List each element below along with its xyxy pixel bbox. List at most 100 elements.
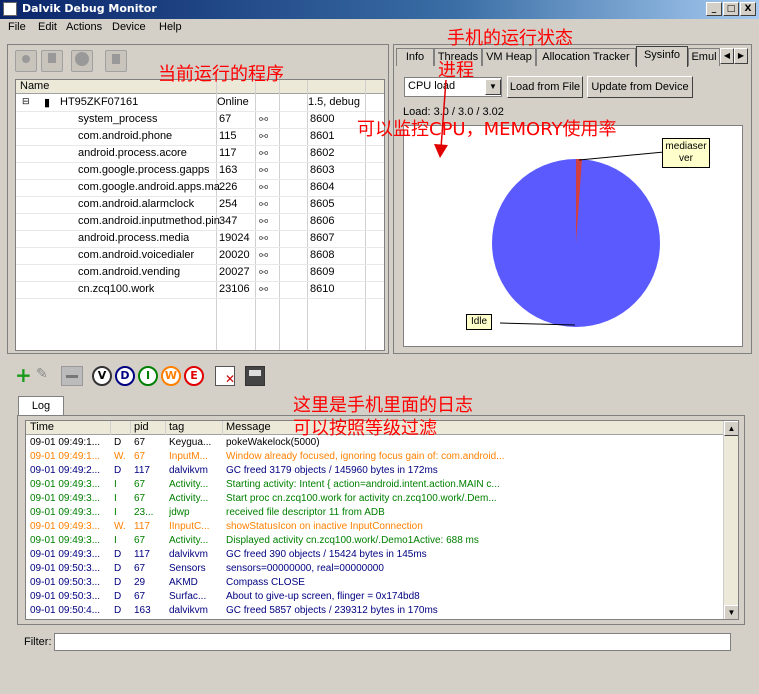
log-tag: jdwp xyxy=(169,507,190,518)
minimize-button[interactable]: _ xyxy=(706,2,722,16)
process-name: com.android.phone xyxy=(78,130,173,142)
process-name: system_process xyxy=(78,113,158,125)
process-row[interactable]: system_process 67 ⚯ 8600 xyxy=(16,112,384,129)
log-row[interactable]: 09-01 09:49:3... I 67 Activity... Displa… xyxy=(26,535,723,549)
maximize-button[interactable]: □ xyxy=(723,2,739,16)
close-button[interactable]: X xyxy=(740,2,756,16)
log-row[interactable]: 09-01 09:49:2... D 117 dalvikvm GC freed… xyxy=(26,465,723,479)
tab-vm-heap[interactable]: VM Heap xyxy=(482,48,536,66)
update-from-device-button[interactable]: Update from Device xyxy=(587,76,693,98)
log-time: 09-01 09:50:3... xyxy=(30,563,101,574)
tab-info[interactable]: Info xyxy=(396,48,434,66)
log-row[interactable]: 09-01 09:50:3... D 29 AKMD Compass CLOSE xyxy=(26,577,723,591)
log-row[interactable]: 09-01 09:50:3... D 67 Sensors sensors=00… xyxy=(26,563,723,577)
menu-file[interactable]: File xyxy=(8,21,26,33)
log-time: 09-01 09:49:2... xyxy=(30,465,101,476)
tab-emulator[interactable]: Emul xyxy=(688,48,720,66)
log-row[interactable]: 09-01 09:49:1... W. 67 InputM... Window … xyxy=(26,451,723,465)
tab-sysinfo[interactable]: Sysinfo xyxy=(636,46,688,67)
debug-status-icon: ⚯ xyxy=(259,182,269,194)
save-log-button[interactable] xyxy=(245,366,265,386)
pie-label-idle: Idle xyxy=(466,314,492,330)
log-level: I xyxy=(114,493,117,504)
log-row[interactable]: 09-01 09:50:4... D 163 dalvikvm GC freed… xyxy=(26,605,723,619)
process-port: 8607 xyxy=(310,232,335,244)
save-icon xyxy=(249,370,261,376)
clear-icon: ✕ xyxy=(225,372,236,386)
stop-process-button[interactable] xyxy=(71,50,93,72)
process-row[interactable]: com.android.voicedialer 20020 ⚯ 8608 xyxy=(16,248,384,265)
collapse-icon[interactable]: ⊟ xyxy=(22,96,30,107)
log-scrollbar[interactable]: ▲ ▼ xyxy=(723,421,738,619)
tab-log[interactable]: Log xyxy=(18,396,64,416)
level-verbose-button[interactable]: V xyxy=(92,366,112,386)
filter-input[interactable] xyxy=(54,633,731,651)
log-row[interactable]: 09-01 09:49:3... W. 117 IInputC... showS… xyxy=(26,521,723,535)
process-row[interactable]: com.android.phone 115 ⚯ 8601 xyxy=(16,129,384,146)
gc-button[interactable] xyxy=(105,50,127,72)
log-level: I xyxy=(114,535,117,546)
tab-scroll-right[interactable]: ▶ xyxy=(734,48,748,64)
annotation-phone-state: 手机的运行状态 xyxy=(447,28,573,49)
log-pid: 67 xyxy=(134,563,146,574)
process-row[interactable]: cn.zcq100.work 23106 ⚯ 8610 xyxy=(16,282,384,299)
menu-edit[interactable]: Edit xyxy=(38,21,57,33)
clear-log-button[interactable]: ✕ xyxy=(215,366,235,386)
log-time: 09-01 09:49:3... xyxy=(30,535,101,546)
log-row[interactable]: 09-01 09:49:3... I 23... jdwp received f… xyxy=(26,507,723,521)
annotation-filter: 可以按照等级过滤 xyxy=(293,418,437,439)
process-row[interactable]: com.android.vending 20027 ⚯ 8609 xyxy=(16,265,384,282)
level-warn-button[interactable]: W xyxy=(161,366,181,386)
process-name: android.process.media xyxy=(78,232,190,244)
annotation-monitor: 可以监控CPU，MEMORY使用率 xyxy=(357,119,617,140)
log-time: 09-01 09:49:3... xyxy=(30,479,101,490)
tab-scroll-left[interactable]: ◀ xyxy=(720,48,734,64)
edit-filter-button[interactable]: ✎ xyxy=(36,366,58,386)
process-row[interactable]: com.google.android.apps.ma 226 ⚯ 8604 xyxy=(16,180,384,197)
scroll-down-button[interactable]: ▼ xyxy=(724,605,738,619)
scroll-up-button[interactable]: ▲ xyxy=(724,421,738,436)
process-row[interactable]: android.process.acore 117 ⚯ 8602 xyxy=(16,146,384,163)
process-row[interactable]: android.process.media 19024 ⚯ 8607 xyxy=(16,231,384,248)
process-port: 8610 xyxy=(310,283,335,295)
log-level: D xyxy=(114,465,122,476)
process-row[interactable]: com.google.process.gapps 163 ⚯ 8603 xyxy=(16,163,384,180)
log-tag: InputM... xyxy=(169,451,208,462)
log-message: GC freed 5857 objects / 239312 bytes in … xyxy=(226,605,438,616)
debug-status-icon: ⚯ xyxy=(259,165,269,177)
log-tag: AKMD xyxy=(169,577,198,588)
log-level: D xyxy=(114,549,122,560)
pie-leader-a xyxy=(578,151,665,161)
pie-label-mediaserver: mediaser ver xyxy=(662,138,710,168)
load-from-file-button[interactable]: Load from File xyxy=(507,76,583,98)
level-debug-button[interactable]: D xyxy=(115,366,135,386)
log-pid: 23... xyxy=(134,507,154,518)
process-pid: 23106 xyxy=(219,283,250,295)
device-name: HT95ZKF07161 xyxy=(60,96,139,108)
debug-status-icon: ⚯ xyxy=(259,267,269,279)
add-filter-button[interactable]: + xyxy=(15,365,35,386)
log-message: Window already focused, ignoring focus g… xyxy=(226,451,505,462)
level-error-button[interactable]: E xyxy=(184,366,204,386)
process-row[interactable]: com.android.alarmclock 254 ⚯ 8605 xyxy=(16,197,384,214)
log-row[interactable]: 09-01 09:49:3... D 117 dalvikvm GC freed… xyxy=(26,549,723,563)
menu-actions[interactable]: Actions xyxy=(66,21,102,33)
device-row[interactable]: ⊟ ▮ HT95ZKF07161 Online 1.5, debug xyxy=(16,95,384,112)
menu-device[interactable]: Device xyxy=(112,21,146,33)
debug-process-button[interactable] xyxy=(15,50,37,72)
menu-help[interactable]: Help xyxy=(159,21,182,33)
process-port: 8603 xyxy=(310,164,335,176)
process-pid: 20027 xyxy=(219,266,250,278)
tab-allocation-tracker[interactable]: Allocation Tracker xyxy=(536,48,636,66)
log-row[interactable]: 09-01 09:49:3... I 67 Activity... Starti… xyxy=(26,479,723,493)
log-row[interactable]: 09-01 09:50:3... D 67 Surfac... About to… xyxy=(26,591,723,605)
device-version: 1.5, debug xyxy=(308,96,360,108)
log-row[interactable]: 09-01 09:49:3... I 67 Activity... Start … xyxy=(26,493,723,507)
chevron-down-icon[interactable]: ▼ xyxy=(485,79,501,95)
remove-filter-button[interactable] xyxy=(61,366,83,386)
level-info-button[interactable]: I xyxy=(138,366,158,386)
log-tag: dalvikvm xyxy=(169,605,208,616)
update-heap-button[interactable] xyxy=(41,50,63,72)
process-row[interactable]: com.android.inputmethod.pin 347 ⚯ 8606 xyxy=(16,214,384,231)
process-pid: 20020 xyxy=(219,249,250,261)
